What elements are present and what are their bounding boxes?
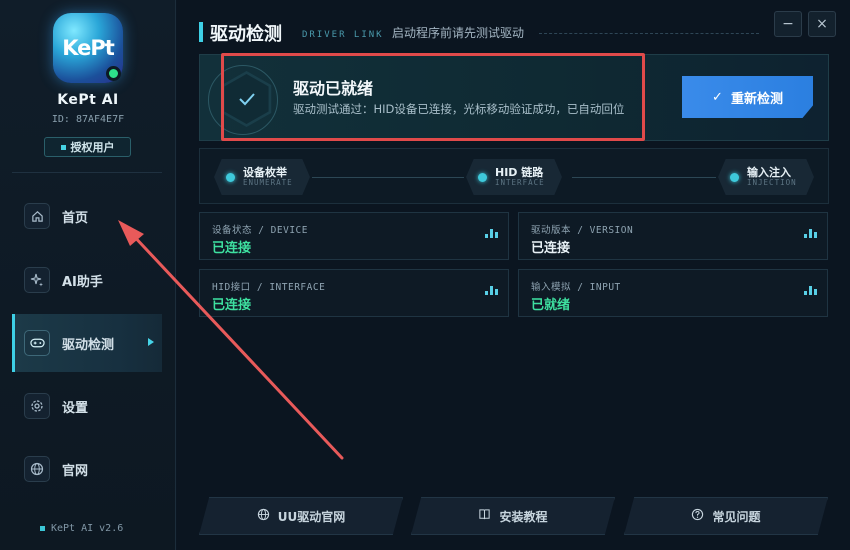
install-tutorial-button[interactable]: 安装教程 — [411, 497, 615, 535]
license-badge: 授权用户 — [44, 137, 131, 157]
stage-sublabel: INJECTION — [747, 177, 797, 187]
card-label: 设备状态 / DEVICE — [212, 225, 308, 236]
sidebar-item-settings[interactable]: 设置 — [12, 377, 162, 435]
recheck-button[interactable]: ✓ 重新检测 — [682, 76, 813, 118]
globe-icon — [24, 456, 50, 482]
button-label: 常见问题 — [712, 509, 761, 524]
sidebar-item-label: 官网 — [62, 463, 89, 479]
close-button[interactable]: × — [808, 11, 836, 37]
gamepad-icon — [24, 330, 50, 356]
hid-interface-card: HID接口 / INTERFACE 已连接 — [199, 269, 509, 317]
signal-bars-icon — [485, 229, 498, 238]
sidebar-item-ai-assistant[interactable]: AI助手 — [12, 251, 162, 309]
card-label: 驱动版本 / VERSION — [531, 225, 634, 236]
license-label: 授权用户 — [70, 141, 115, 154]
recheck-label: 重新检测 — [730, 91, 783, 107]
badge-square-icon — [60, 144, 66, 150]
sidebar-item-driver-check[interactable]: 驱动检测 — [12, 314, 162, 372]
driver-version-card: 驱动版本 / VERSION 已连接 — [518, 212, 828, 260]
main-panel: 驱动检测 DRIVER LINK 启动程序前请先测试驱动 − × 驱动已就绪 驱… — [177, 0, 850, 550]
sidebar-item-label: 驱动检测 — [62, 337, 115, 353]
minimize-button[interactable]: − — [774, 11, 802, 37]
sidebar-divider — [12, 172, 162, 173]
page-hint: 启动程序前请先测试驱动 — [392, 26, 525, 40]
home-icon — [24, 203, 50, 229]
globe-icon — [257, 508, 270, 524]
card-value: 已连接 — [212, 241, 252, 256]
version-text: KePt AI v2.6 — [51, 523, 124, 534]
stage-status-dot — [226, 172, 235, 182]
stage-sublabel: ENUMERATE — [243, 177, 293, 187]
card-value: 已连接 — [212, 298, 252, 313]
sparkle-icon — [24, 267, 50, 293]
card-value: 已连接 — [531, 241, 571, 256]
app-logo: KePt — [53, 13, 123, 83]
card-label: 输入模拟 / INPUT — [531, 282, 621, 293]
app-name: KePt AI — [57, 92, 119, 108]
sidebar-item-home[interactable]: 首页 — [12, 187, 162, 245]
help-icon — [691, 508, 704, 524]
button-label: UU驱动官网 — [277, 509, 346, 524]
status-banner: 驱动已就绪 驱动测试通过：HID设备已连接，光标移动验证成功，已自动回位 ✓ 重… — [199, 53, 829, 141]
signal-bars-icon — [485, 286, 498, 295]
pipeline-stage-interface: HID 链路 INTERFACE — [466, 159, 562, 195]
sidebar-item-label: 首页 — [62, 210, 89, 226]
annotation-highlight-box — [221, 53, 645, 141]
check-icon: ✓ — [712, 89, 723, 105]
card-value: 已就绪 — [531, 298, 571, 313]
sidebar-item-website[interactable]: 官网 — [12, 440, 162, 498]
sidebar: KePt KePt AI ID: 87AF4E7F 授权用户 首页 AI助手 驱… — [0, 0, 176, 550]
sidebar-item-label: AI助手 — [62, 274, 103, 290]
button-label: 安装教程 — [499, 509, 548, 524]
pipeline-connector — [572, 177, 716, 178]
active-arrow-icon — [148, 338, 154, 346]
pipeline-connector — [312, 177, 464, 178]
pipeline-stage-injection: 输入注入 INJECTION — [718, 159, 814, 195]
title-divider — [539, 33, 759, 34]
stage-sublabel: INTERFACE — [495, 177, 545, 187]
uu-driver-site-button[interactable]: UU驱动官网 — [199, 497, 403, 535]
gear-icon — [24, 393, 50, 419]
version-label: KePt AI v2.6 — [40, 523, 123, 534]
signal-bars-icon — [804, 286, 817, 295]
pipeline-stage-enumerate: 设备枚举 ENUMERATE — [214, 159, 310, 195]
online-status-dot — [106, 66, 121, 81]
sidebar-item-label: 设置 — [62, 400, 89, 416]
logo-text: KePt — [62, 36, 115, 60]
stage-status-dot — [730, 172, 739, 182]
version-square-icon — [40, 526, 45, 531]
card-label: HID接口 / INTERFACE — [212, 282, 326, 293]
faq-button[interactable]: 常见问题 — [624, 497, 828, 535]
input-simulation-card: 输入模拟 / INPUT 已就绪 — [518, 269, 828, 317]
signal-bars-icon — [804, 229, 817, 238]
device-status-card: 设备状态 / DEVICE 已连接 — [199, 212, 509, 260]
book-icon — [478, 508, 491, 524]
page-tag: DRIVER LINK — [302, 30, 384, 40]
page-title: 驱动检测 — [210, 24, 282, 45]
title-accent-bar — [199, 22, 203, 42]
stage-status-dot — [478, 172, 487, 182]
app-id: ID: 87AF4E7F — [51, 114, 125, 125]
driver-pipeline: 设备枚举 ENUMERATE HID 链路 INTERFACE 输入注入 INJ… — [199, 148, 829, 204]
